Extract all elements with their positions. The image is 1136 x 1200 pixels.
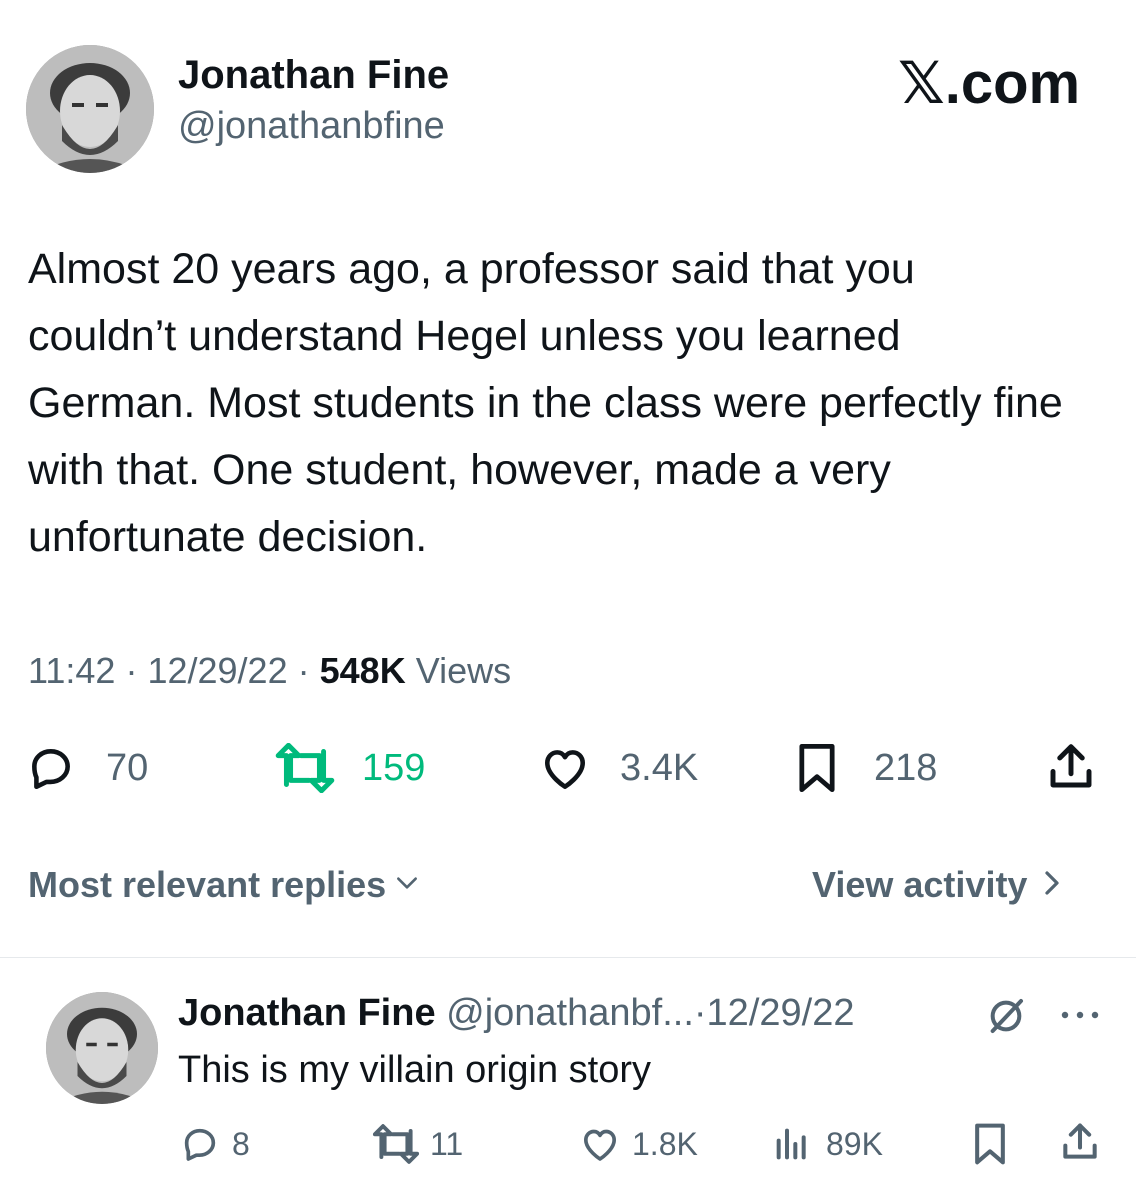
chevron-down-icon: [394, 870, 420, 901]
bookmark-count: 218: [874, 746, 938, 789]
reply-count: 70: [106, 746, 149, 789]
grok-icon[interactable]: [986, 996, 1026, 1041]
reply-reply-count: 8: [232, 1125, 250, 1162]
reply-author-name[interactable]: Jonathan Fine: [178, 992, 436, 1034]
views-icon: [772, 1124, 812, 1164]
view-activity-label: View activity: [812, 864, 1028, 905]
retweet-icon: [272, 743, 338, 793]
reply-text: This is my villain origin story: [178, 1049, 651, 1091]
x-logo-icon: 𝕏: [898, 49, 945, 117]
divider: [0, 957, 1136, 958]
retweet-icon: [370, 1124, 422, 1164]
reply-bookmark-button[interactable]: [970, 1122, 1010, 1171]
views-count: 548K: [319, 650, 406, 691]
reply-author-handle[interactable]: @jonathanbf...: [446, 992, 694, 1034]
tweet-date[interactable]: 12/29/22: [147, 650, 287, 691]
bookmark-button[interactable]: 218: [794, 740, 937, 796]
author-handle[interactable]: @jonathanbfine: [178, 104, 445, 148]
replies-sort-dropdown[interactable]: Most relevant replies: [28, 864, 420, 906]
chevron-right-icon: [1041, 868, 1063, 903]
share-icon: [1044, 744, 1098, 798]
more-icon[interactable]: [1058, 1008, 1104, 1027]
reply-views-count: 89K: [826, 1125, 883, 1162]
brand-domain: .com: [944, 51, 1081, 116]
reply-like-button[interactable]: 1.8K: [578, 1122, 698, 1166]
retweet-count: 159: [362, 746, 426, 789]
reply-like-count: 1.8K: [632, 1125, 698, 1162]
like-count: 3.4K: [620, 746, 699, 789]
bookmark-icon: [970, 1123, 1010, 1170]
meta-separator: ·: [125, 650, 138, 691]
x-com-logo: 𝕏.com: [898, 50, 1080, 117]
reply-date[interactable]: 12/29/22: [707, 992, 855, 1034]
reply-icon: [180, 1124, 220, 1164]
bookmark-icon: [794, 742, 840, 794]
share-icon: [1058, 1123, 1102, 1168]
retweet-button[interactable]: 159: [272, 740, 425, 796]
reply-header: Jonathan Fine @jonathanbf...·12/29/22: [178, 990, 854, 1036]
reply-retweet-count: 11: [430, 1125, 464, 1162]
like-icon: [578, 1124, 622, 1164]
reply-views-button[interactable]: 89K: [772, 1122, 883, 1166]
replies-sort-label: Most relevant replies: [28, 864, 387, 905]
author-name[interactable]: Jonathan Fine: [178, 52, 449, 98]
reply-retweet-button[interactable]: 11: [370, 1122, 463, 1166]
reply-avatar[interactable]: [46, 992, 158, 1104]
share-button[interactable]: [1044, 740, 1100, 796]
meta-separator: ·: [297, 650, 310, 691]
reply-separator: ·: [693, 992, 707, 1034]
avatar[interactable]: [26, 45, 154, 173]
tweet-text: Almost 20 years ago, a professor said th…: [28, 245, 1063, 561]
like-icon: [538, 743, 592, 793]
view-activity-link[interactable]: View activity: [812, 864, 1063, 906]
tweet-meta: 11:42 · 12/29/22 · 548K Views: [28, 650, 511, 692]
views-label: Views: [415, 650, 512, 691]
reply-icon: [26, 743, 76, 793]
like-button[interactable]: 3.4K: [538, 740, 698, 796]
reply-button[interactable]: 70: [26, 740, 148, 796]
tweet-time[interactable]: 11:42: [28, 650, 115, 691]
reply-share-button[interactable]: [1058, 1120, 1102, 1169]
reply-reply-button[interactable]: 8: [180, 1122, 250, 1166]
